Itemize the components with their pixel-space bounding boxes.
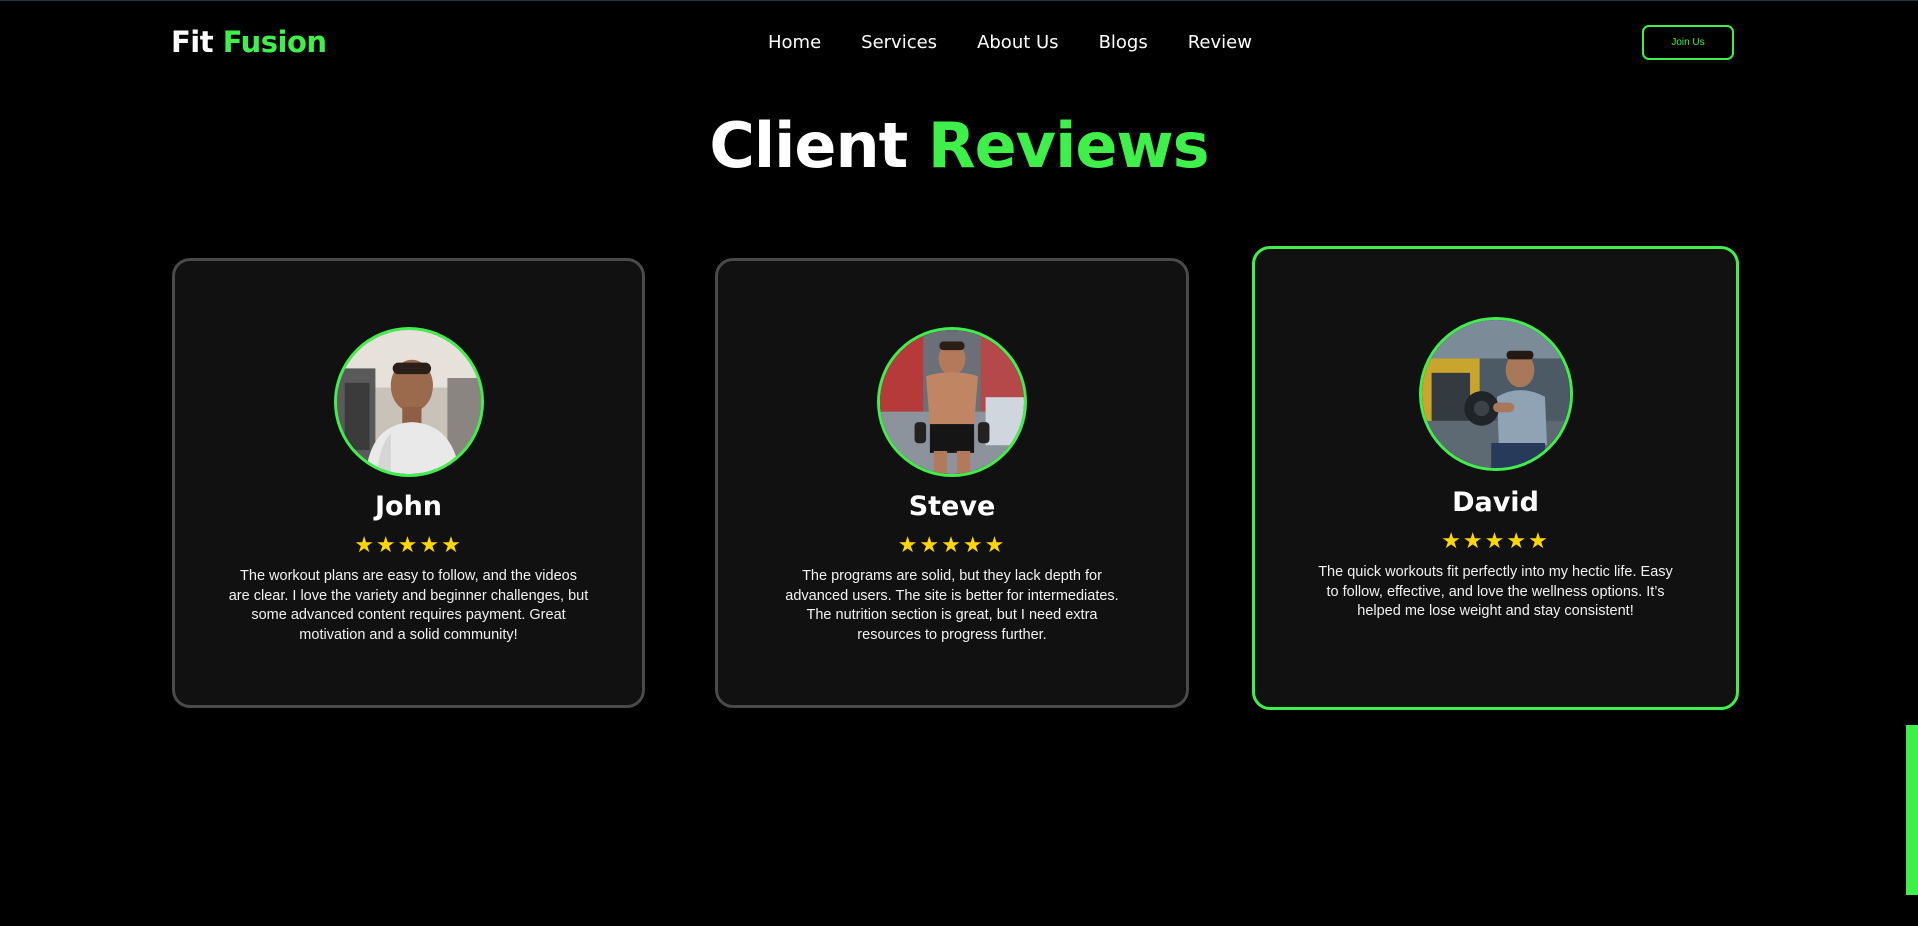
- join-us-button[interactable]: Join Us: [1642, 25, 1734, 60]
- review-text: The quick workouts fit perfectly into my…: [1318, 564, 1673, 619]
- logo[interactable]: Fit Fusion: [171, 25, 327, 59]
- star-rating: ★★★★★: [897, 533, 1007, 558]
- review-card-david[interactable]: David ★★★★★ The quick workouts fit perfe…: [1252, 246, 1739, 710]
- avatar-david-image: [1421, 320, 1570, 468]
- nav-home[interactable]: Home: [768, 32, 821, 53]
- scrollbar-thumb[interactable]: [1906, 725, 1918, 895]
- reviewer-name: David: [1452, 487, 1539, 518]
- logo-accent-text: Fusion: [222, 25, 327, 59]
- avatar-john-image: [336, 330, 481, 474]
- review-text: The workout plans are easy to follow, an…: [228, 568, 589, 643]
- review-card-steve[interactable]: Steve ★★★★★ The programs are solid, but …: [715, 258, 1189, 708]
- avatar-steve-image: [880, 330, 1024, 474]
- page: Fit Fusion Home Services About Us Blogs …: [0, 0, 1918, 926]
- nav-about-us[interactable]: About Us: [977, 32, 1059, 53]
- logo-primary-text: Fit: [171, 25, 214, 59]
- star-rating: ★★★★★: [354, 533, 463, 558]
- reviewer-name: John: [374, 491, 443, 522]
- avatar-steve: [877, 327, 1027, 477]
- site-header: Fit Fusion Home Services About Us Blogs …: [0, 1, 1918, 87]
- review-text: The programs are solid, but they lack de…: [785, 568, 1119, 643]
- section-title: Client Reviews: [0, 106, 1918, 186]
- review-card-john[interactable]: John ★★★★★ The workout plans are easy to…: [172, 258, 645, 708]
- section-title-accent: Reviews: [927, 109, 1210, 182]
- avatar-john: [333, 327, 484, 477]
- avatar-david: [1418, 317, 1573, 471]
- nav-blogs[interactable]: Blogs: [1099, 32, 1148, 53]
- star-rating: ★★★★★: [1441, 529, 1550, 554]
- section-title-primary: Client: [709, 109, 908, 182]
- nav-review[interactable]: Review: [1188, 32, 1252, 53]
- main-nav: Home Services About Us Blogs Review: [768, 32, 1252, 53]
- nav-services[interactable]: Services: [861, 32, 937, 53]
- reviewer-name: Steve: [908, 491, 996, 522]
